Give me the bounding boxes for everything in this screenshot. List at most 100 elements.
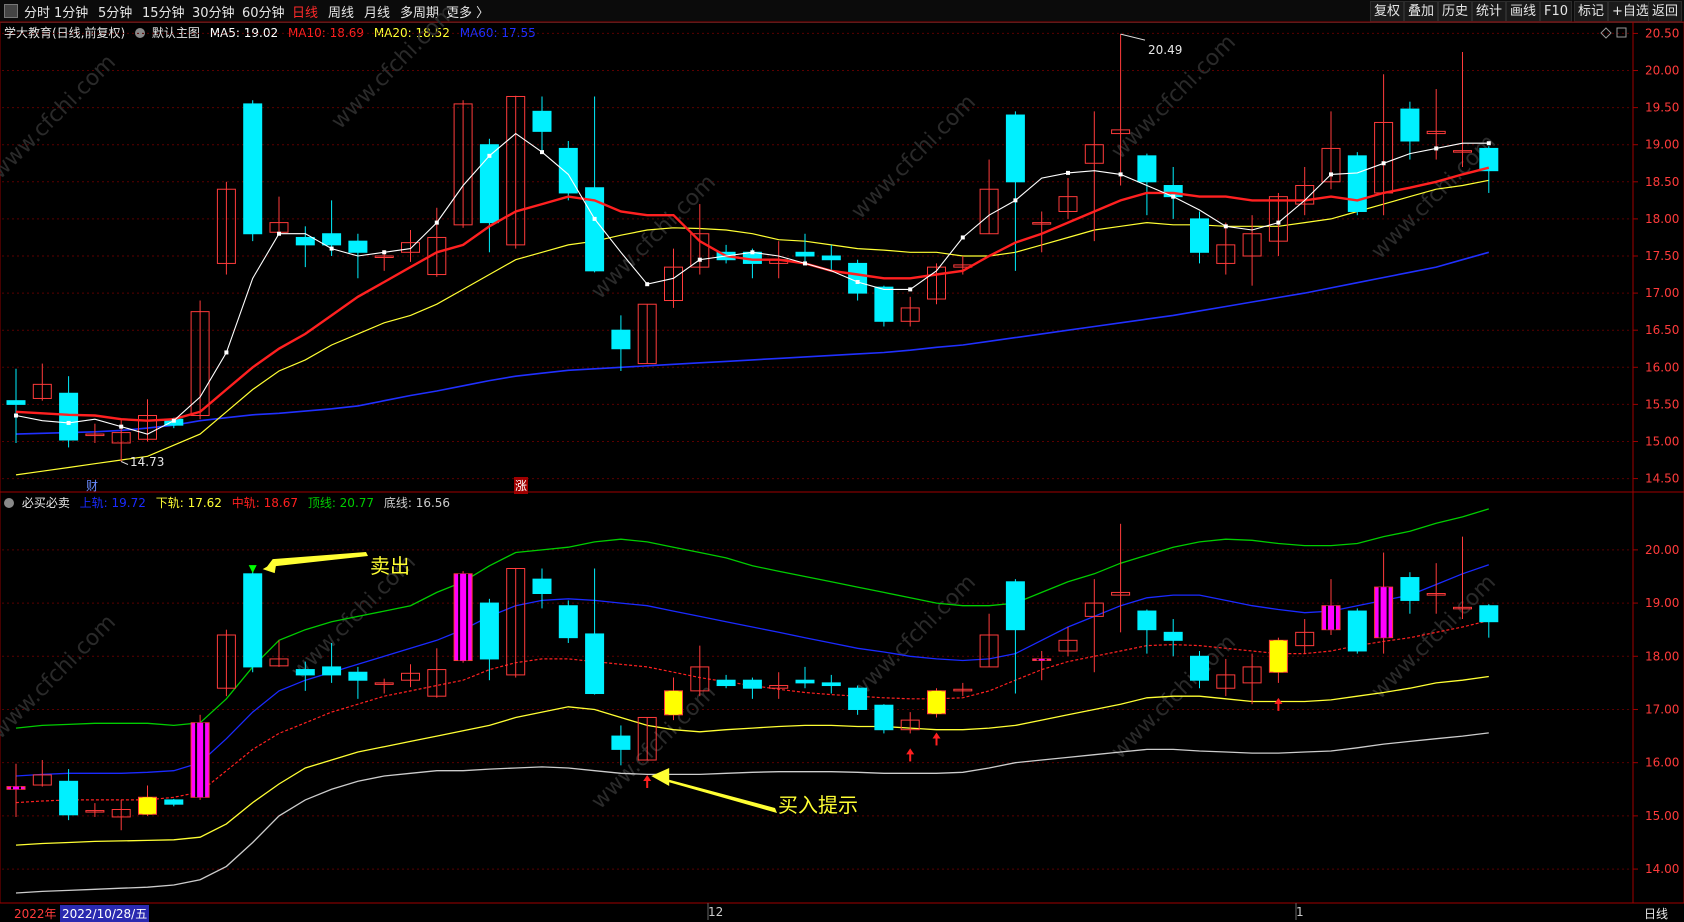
- restore-icon: [1616, 27, 1627, 38]
- ma5-point-54: [1434, 146, 1439, 151]
- ind-candle-body-27: [716, 679, 736, 687]
- middle-band-line: [15, 620, 1489, 804]
- main-candle-body-23: [611, 329, 631, 350]
- ma5-point-6: [171, 418, 176, 423]
- main-tick-label-10: 19.50: [1645, 101, 1679, 115]
- main-tick-label-0: 14.50: [1645, 472, 1679, 486]
- ma5-point-0: [14, 413, 18, 418]
- ind-candle-body-11: [295, 669, 315, 676]
- ind-candle-body-32: [848, 687, 868, 710]
- main-candle-body-45: [1190, 218, 1209, 253]
- ind-candle-body-6: [164, 799, 184, 805]
- sell-annotation: 卖出: [370, 554, 410, 578]
- ma5-point-50: [1329, 172, 1333, 177]
- ma10-line: [15, 166, 1490, 422]
- ind-candle-body-core-35: [931, 690, 942, 714]
- month-1-label: 1: [1296, 905, 1304, 919]
- ma5-point-32: [855, 279, 860, 284]
- ma5-point-24: [645, 282, 650, 287]
- ind-candle-body-core-52: [1380, 587, 1387, 638]
- main-tick-label-5: 17.00: [1645, 286, 1679, 300]
- ind-candle-body-9: [243, 573, 263, 668]
- main-candle-body-43: [1137, 155, 1157, 183]
- ind-candle-body-2: [59, 780, 79, 816]
- watermark-8: www.cfchi.com: [587, 680, 721, 814]
- ma5-point-38: [1013, 198, 1018, 203]
- main-candle-body-0: [6, 400, 26, 405]
- main-candle-body-51: [1347, 155, 1367, 212]
- main-candle-body-11: [295, 236, 315, 246]
- main-tick-label-9: 19.00: [1645, 138, 1679, 152]
- ind-tick-label-4: 18.00: [1645, 649, 1679, 663]
- limit-up-marker[interactable]: 涨: [514, 477, 529, 494]
- buy-arrow-head-0: [643, 775, 652, 782]
- cursor-date-label: 2022/10/28/五: [60, 905, 150, 922]
- ma60-line: [15, 251, 1490, 435]
- main-tick-label-3: 16.00: [1645, 360, 1679, 374]
- main-candle-body-32: [848, 262, 868, 294]
- ma5-point-28: [750, 250, 755, 255]
- main-candle-body-53: [1400, 108, 1420, 142]
- ma5-point-56: [1486, 141, 1491, 146]
- ind-candle-body-43: [1137, 610, 1157, 631]
- ma5-point-44: [1171, 194, 1176, 199]
- ind-candle-body-44: [1163, 631, 1183, 641]
- ma5-point-48: [1276, 220, 1281, 225]
- main-candle-body-13: [348, 240, 368, 253]
- ind-candle-body-core-25: [668, 690, 679, 715]
- ind-tick-label-0: 14.00: [1645, 862, 1679, 876]
- ind-candle-body-12: [322, 666, 342, 676]
- ma5-point-46: [1223, 224, 1228, 229]
- period-tab[interactable]: 日线: [1644, 905, 1668, 922]
- ind-tick-label-3: 17.00: [1645, 702, 1679, 716]
- low-price-label: 14.73: [130, 455, 165, 469]
- month-12-label: 12: [708, 905, 724, 919]
- main-tick-label-12: 20.50: [1645, 26, 1679, 40]
- ind-candle-body-20: [532, 578, 552, 595]
- ind-candle-body-31: [821, 682, 841, 687]
- watermark-2: www.cfchi.com: [587, 170, 721, 304]
- main-candle-body-33: [874, 286, 894, 322]
- main-tick-label-1: 15.00: [1645, 434, 1679, 448]
- buy-annotation: 买入提示: [778, 793, 858, 817]
- ind-candle-body-28: [742, 679, 762, 689]
- ind-candle-body-53: [1400, 577, 1420, 601]
- main-candle-body-21: [558, 147, 578, 194]
- ma5-point-14: [382, 250, 387, 255]
- ma5-point-20: [540, 150, 544, 155]
- main-tick-label-11: 20.00: [1645, 64, 1679, 78]
- year-label: 2022年: [14, 907, 57, 921]
- main-candle-body-30: [795, 251, 815, 257]
- main-candle-body-12: [322, 233, 342, 246]
- main-candle-body-56: [1479, 147, 1499, 172]
- ind-candle-body-21: [558, 605, 578, 639]
- low-pointer: [120, 461, 129, 465]
- ma5-point-8: [224, 350, 229, 355]
- kline-chart[interactable]: 14.50 15.00 15.50 16.00 16.50 17.00 17.50 18.00…: [0, 0, 1684, 922]
- main-candle-body-38: [1005, 114, 1025, 183]
- ind-tick-label-1: 15.00: [1645, 809, 1679, 823]
- ma5-point-34: [908, 287, 913, 292]
- watermark-1: www.cfchi.com: [327, 0, 461, 134]
- high-pointer: [1120, 33, 1146, 41]
- buy-arrow-head-1: [906, 748, 915, 755]
- ind-candle-body-18: [479, 602, 499, 660]
- ma5-point-16: [434, 220, 439, 225]
- ind-candle-body-core-7: [197, 722, 204, 798]
- earnings-marker[interactable]: 财: [86, 477, 98, 494]
- main-tick-label-6: 17.50: [1645, 249, 1679, 263]
- ma5-point-2: [66, 420, 71, 425]
- watermark-9: www.cfchi.com: [847, 570, 981, 704]
- ind-candle-body-core-48: [1273, 640, 1284, 673]
- ind-tick-label-2: 16.00: [1645, 756, 1679, 770]
- ind-candle-body-38: [1005, 581, 1025, 631]
- ind-candle-body-22: [585, 633, 605, 695]
- main-candle-body-31: [821, 255, 841, 261]
- main-tick-label-4: 16.50: [1645, 323, 1679, 337]
- ind-tick-label-6: 20.00: [1645, 543, 1679, 557]
- ma20-line: [15, 179, 1489, 476]
- ma5-point-26: [697, 257, 702, 262]
- ma5-point-12: [329, 246, 334, 251]
- buy-annotation-arrowhead: [651, 767, 670, 786]
- buy-annotation-arrow: [655, 775, 777, 813]
